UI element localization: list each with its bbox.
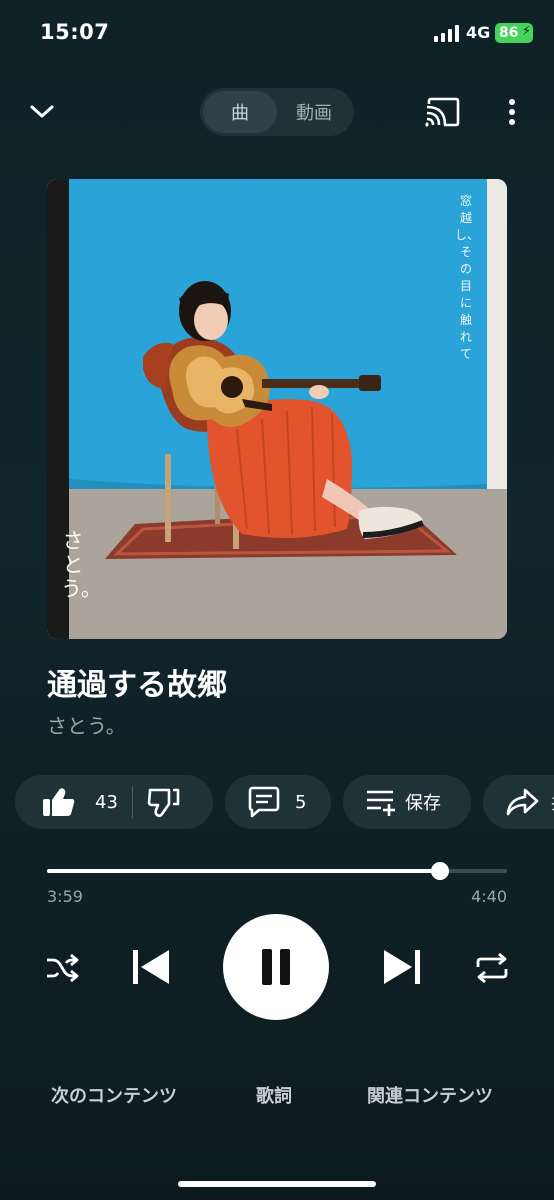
battery-level: 86 — [499, 25, 519, 41]
album-cover-image — [47, 179, 507, 639]
home-indicator[interactable] — [178, 1181, 376, 1187]
dislike-button[interactable] — [147, 786, 181, 818]
progress-fill — [47, 869, 440, 873]
pause-icon — [262, 949, 290, 985]
save-label: 保存 — [405, 793, 441, 814]
shuffle-icon — [47, 953, 79, 983]
charging-icon: ⚡ — [521, 24, 531, 39]
comment-count: 5 — [295, 791, 307, 813]
like-count: 43 — [95, 791, 118, 813]
current-time: 3:59 — [47, 887, 83, 906]
album-vertical-text: 窓越し、その目に触れて — [455, 194, 480, 361]
artist-name[interactable]: さとう。 — [47, 710, 126, 739]
share-icon — [506, 788, 539, 816]
now-playing-screen: { "status_bar": { "time": "15:07", "netw… — [0, 0, 554, 1200]
status-time: 15:07 — [40, 20, 110, 44]
cast-icon — [425, 97, 460, 127]
album-artwork: 窓越し、その目に触れて さとう。 — [47, 179, 507, 639]
album-artist-text: さとう。 — [61, 529, 102, 601]
total-time: 4:40 — [471, 887, 507, 906]
next-button[interactable] — [377, 944, 427, 990]
tab-lyrics[interactable]: 歌詞 — [256, 1082, 292, 1108]
tab-video[interactable]: 動画 — [277, 91, 351, 133]
tab-up-next[interactable]: 次のコンテンツ — [51, 1082, 177, 1108]
song-title: 通過する故郷 — [47, 668, 227, 703]
thumb-down-icon — [147, 788, 180, 818]
action-chips: 43 5 保存 — [15, 775, 554, 829]
chevron-down-icon — [30, 105, 54, 118]
skip-previous-icon — [133, 950, 169, 984]
cast-button[interactable] — [420, 92, 464, 132]
more-vert-icon — [509, 99, 515, 125]
battery-icon: 86 ⚡ — [495, 23, 533, 43]
repeat-button[interactable] — [470, 948, 514, 988]
comments-chip[interactable]: 5 — [225, 775, 331, 829]
network-type: 4G — [466, 23, 491, 42]
tab-related[interactable]: 関連コンテンツ — [367, 1082, 493, 1108]
skip-next-icon — [384, 950, 420, 984]
signal-icon — [434, 25, 459, 42]
previous-button[interactable] — [126, 944, 176, 990]
share-chip[interactable]: 共 — [483, 775, 554, 829]
shuffle-button[interactable] — [40, 948, 84, 988]
repeat-icon — [476, 952, 508, 984]
chip-divider — [131, 786, 133, 818]
collapse-button[interactable] — [22, 94, 62, 130]
tab-song[interactable]: 曲 — [203, 91, 277, 133]
like-dislike-chip: 43 — [15, 775, 213, 829]
save-chip[interactable]: 保存 — [343, 775, 471, 829]
pause-button[interactable] — [223, 914, 329, 1020]
playlist-add-icon — [367, 790, 395, 816]
thumb-up-icon — [43, 788, 75, 816]
more-options-button[interactable] — [498, 94, 526, 130]
song-video-toggle: 曲 動画 — [200, 88, 354, 136]
progress-thumb[interactable] — [430, 862, 449, 880]
like-button[interactable]: 43 — [41, 786, 118, 818]
comment-icon — [248, 786, 280, 818]
